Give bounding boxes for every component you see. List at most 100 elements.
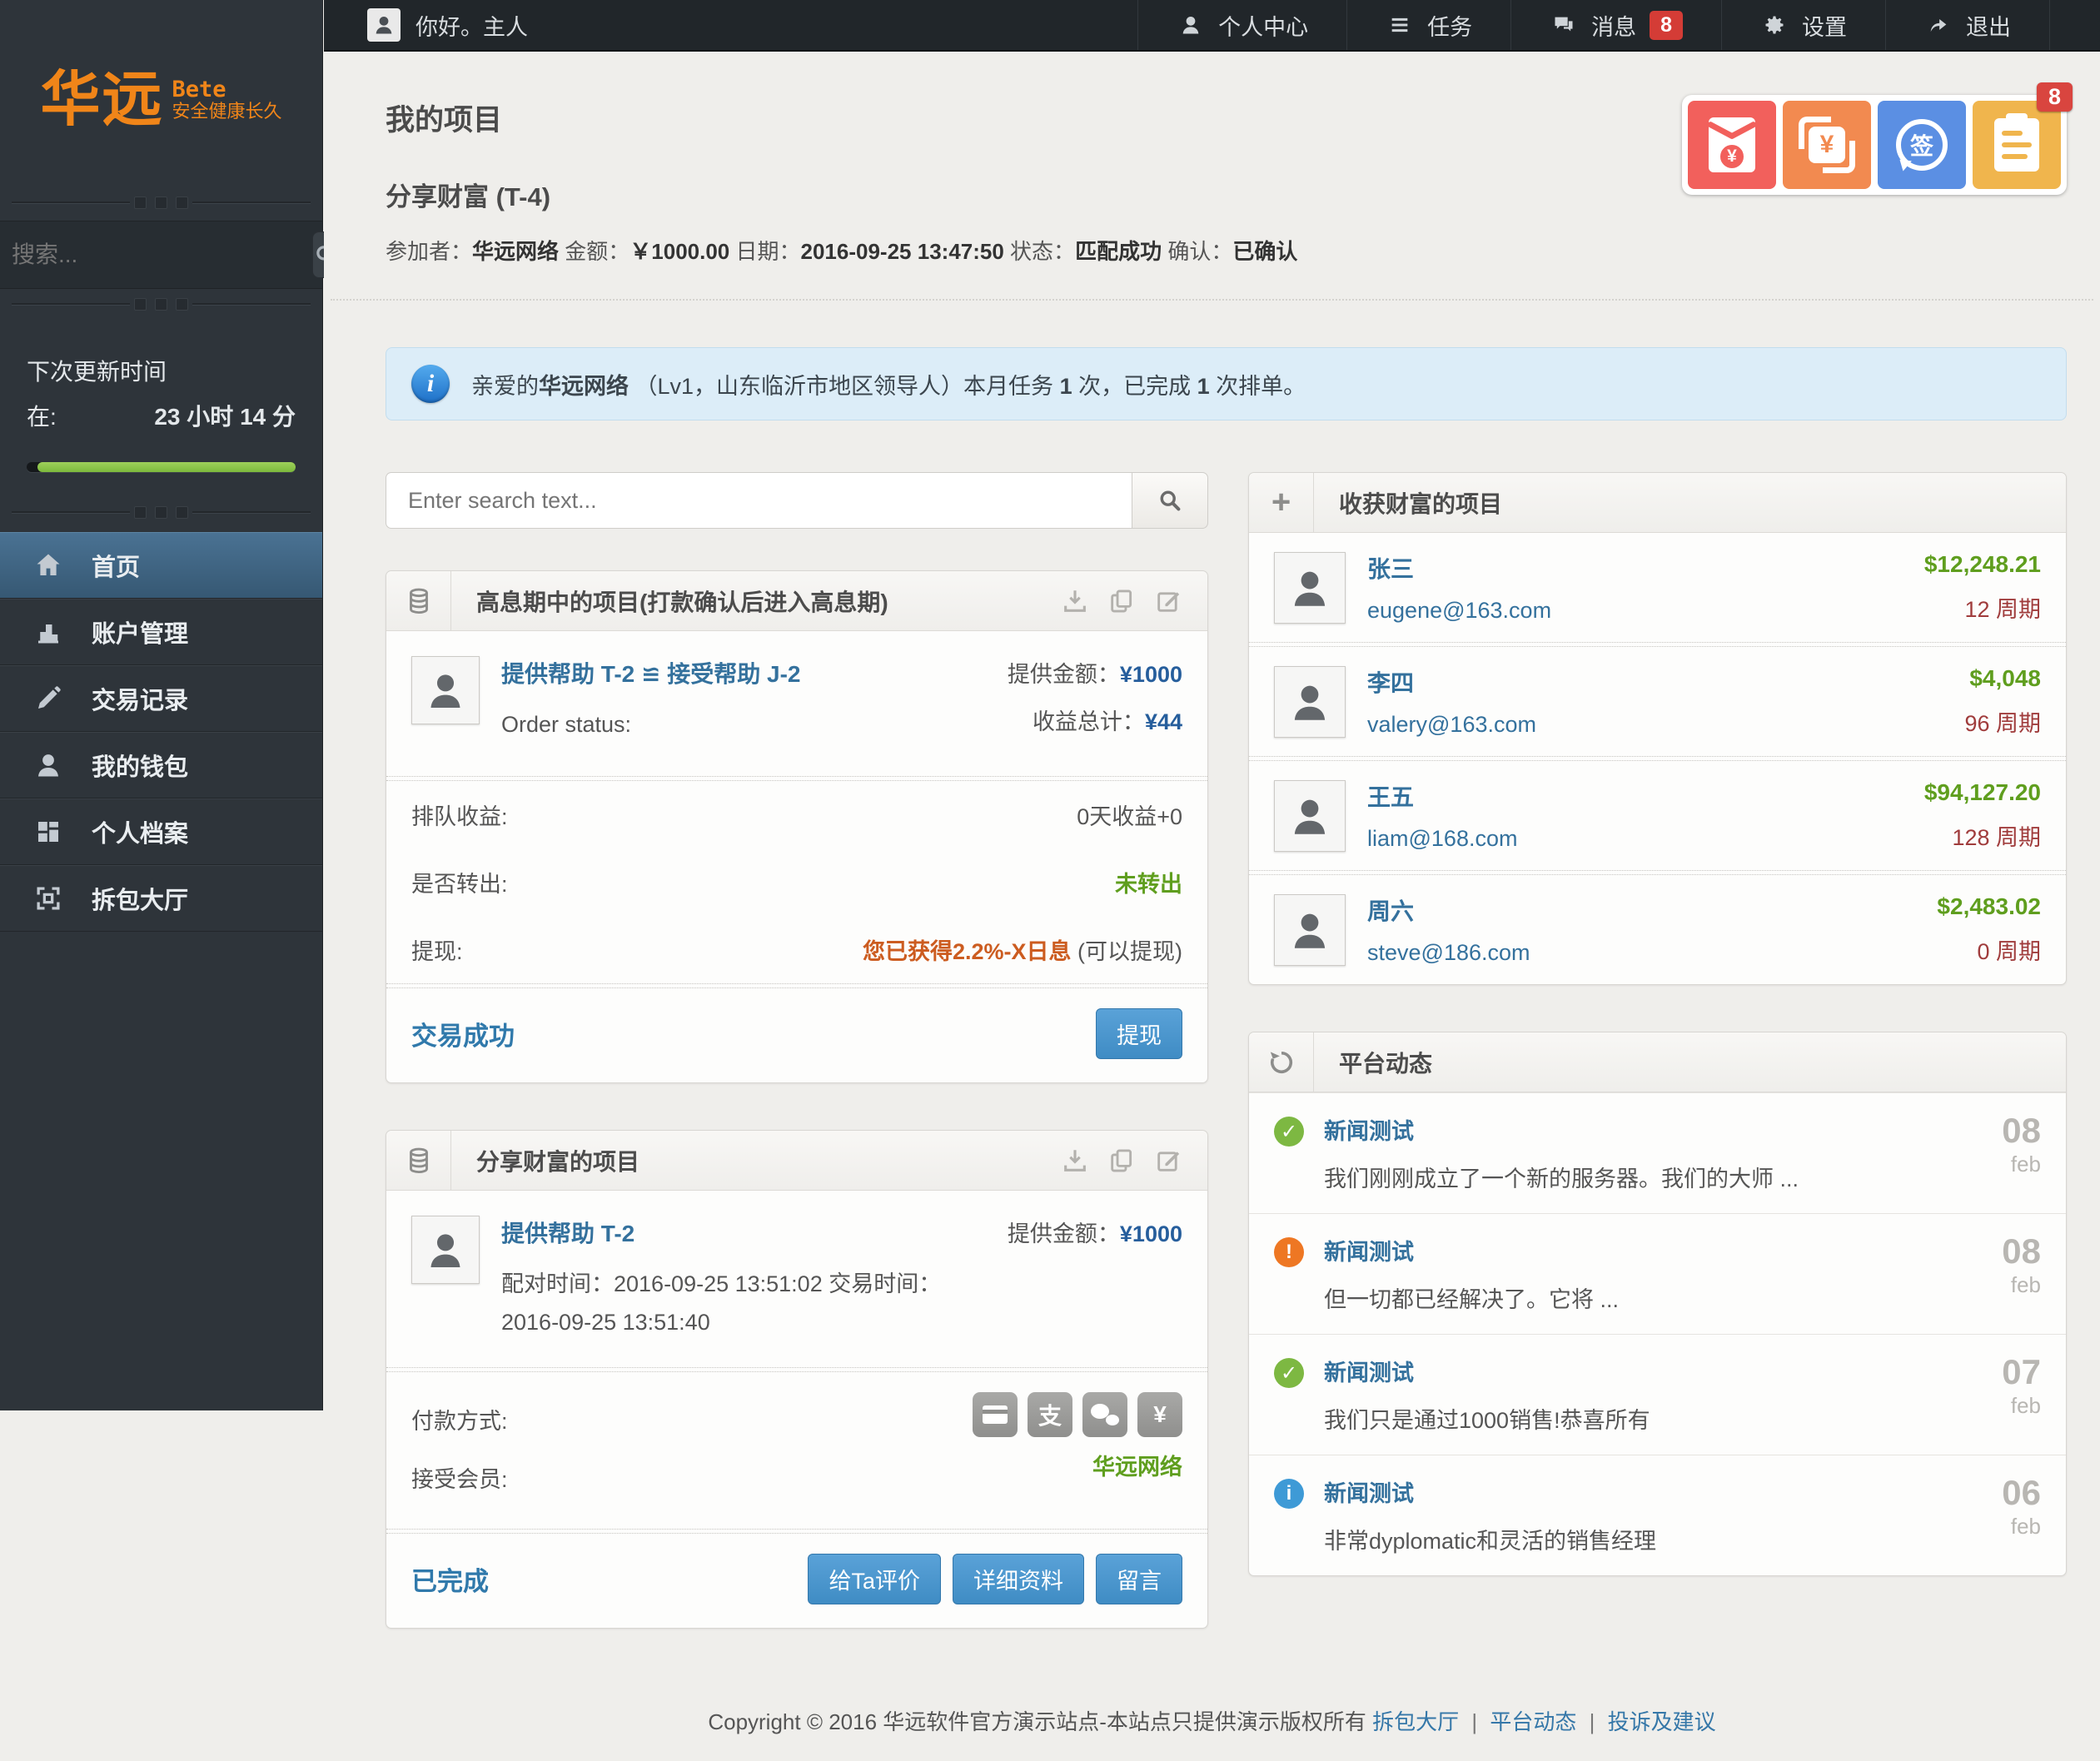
sidebar-search-input[interactable] xyxy=(12,241,312,268)
transfer-status-value: 未转出 xyxy=(1115,866,1182,898)
scan-icon xyxy=(30,880,67,917)
sidebar-item-unpack-hall[interactable]: 拆包大厅 xyxy=(0,865,322,932)
app-logo[interactable]: 华远 Bete 安全健康长久 xyxy=(0,0,322,187)
news-title[interactable]: 新闻测试 xyxy=(1324,1475,1656,1508)
copyright-text: Copyright © 2016 华远软件官方演示站点-本站点只提供演示版权所有 xyxy=(708,1709,1372,1734)
harvest-row[interactable]: 周六 steve@186.com $2,483.02 0 周期 xyxy=(1249,875,2066,984)
success-icon: ✓ xyxy=(1274,1358,1304,1388)
bank-card-pay-icon[interactable] xyxy=(973,1392,1018,1437)
user-name[interactable]: 李四 xyxy=(1367,665,1536,699)
provide-amount: ¥1000 xyxy=(1120,1221,1182,1246)
avatar xyxy=(411,1216,480,1284)
sign-in-button[interactable]: 签 xyxy=(1878,101,1966,189)
page-header: 我的项目 ¥ ¥ 签 8 分享财富 (T-4) 参加者：华远网络 金额：￥100… xyxy=(324,53,2100,266)
harvest-row[interactable]: 李四 valery@163.com $4,048 96 周期 xyxy=(1249,647,2066,756)
order-status-label: Order status: xyxy=(501,706,801,744)
sidebar-item-profile[interactable]: 个人档案 xyxy=(0,798,322,865)
menu-messages[interactable]: 消息 8 xyxy=(1510,0,1721,50)
download-icon[interactable] xyxy=(1061,1147,1089,1175)
section-divider xyxy=(0,289,322,319)
task-list-button[interactable]: 8 xyxy=(1973,101,2061,189)
content-search xyxy=(386,472,1208,529)
footer-link-unpack-hall[interactable]: 拆包大厅 xyxy=(1372,1709,1459,1734)
message-button[interactable]: 留言 xyxy=(1096,1554,1182,1604)
download-icon[interactable] xyxy=(1061,587,1089,615)
deal-status: 交易成功 xyxy=(411,1015,515,1052)
update-progress-fill xyxy=(37,462,296,472)
sidebar-item-transactions[interactable]: 交易记录 xyxy=(0,665,322,732)
withdraw-button[interactable]: 提现 xyxy=(1096,1008,1182,1059)
project-meta: 参加者：华远网络 金额：￥1000.00 日期：2016-09-25 13:47… xyxy=(386,235,2067,266)
news-text: 非常dyplomatic和灵活的销售经理 xyxy=(1324,1523,1656,1555)
user-name[interactable]: 王五 xyxy=(1367,779,1517,813)
task-list-badge: 8 xyxy=(2037,82,2073,112)
user-cycles: 0 周期 xyxy=(1937,933,2041,966)
deal-title-link[interactable]: 提供帮助 T-2 xyxy=(501,1216,968,1249)
content-search-button[interactable] xyxy=(1132,472,1208,529)
user-email[interactable]: steve@186.com xyxy=(1367,940,1530,966)
copy-icon[interactable] xyxy=(1107,1147,1136,1175)
alipay-icon[interactable]: 支 xyxy=(1028,1392,1072,1437)
edit-icon[interactable] xyxy=(1154,1147,1182,1175)
home-icon xyxy=(30,547,67,584)
user-email[interactable]: liam@168.com xyxy=(1367,826,1517,852)
panel-title: 高息期中的项目(打款确认后进入高息期) xyxy=(476,585,888,618)
next-update-label: 下次更新时间 xyxy=(27,354,296,387)
red-packet-button[interactable]: ¥ xyxy=(1688,101,1776,189)
footer-link-platform-news[interactable]: 平台动态 xyxy=(1490,1709,1576,1734)
details-button[interactable]: 详细资料 xyxy=(953,1554,1084,1604)
harvest-row[interactable]: 张三 eugene@163.com $12,248.21 12 周期 xyxy=(1249,533,2066,642)
accept-member-value[interactable]: 华远网络 xyxy=(973,1449,1182,1481)
news-date: 06 feb xyxy=(2002,1475,2041,1555)
share-project-panel: 分享财富的项目 提供帮助 T-2 配对时间：2016-09-25 13:51:0… xyxy=(386,1130,1208,1629)
nav-label: 我的钱包 xyxy=(92,748,188,783)
sidebar-item-home[interactable]: 首页 xyxy=(0,532,322,599)
avatar xyxy=(1274,666,1346,738)
deal-title-link[interactable]: 提供帮助 T-2 ≌ 接受帮助 J-2 xyxy=(501,656,801,689)
grid-icon xyxy=(30,813,67,850)
tenpay-icon[interactable]: ¥ xyxy=(1137,1392,1182,1437)
user-amount: $12,248.21 xyxy=(1924,551,2041,578)
provide-amount: ¥1000 xyxy=(1120,662,1182,687)
content-search-input[interactable] xyxy=(386,472,1132,529)
user-name[interactable]: 周六 xyxy=(1367,893,1530,927)
wechat-pay-icon[interactable] xyxy=(1082,1392,1127,1437)
news-date: 08 feb xyxy=(2002,1113,2041,1193)
user-name[interactable]: 张三 xyxy=(1367,551,1551,585)
menu-tasks[interactable]: 任务 xyxy=(1346,0,1510,50)
warning-icon: ! xyxy=(1274,1237,1304,1267)
user-greeting[interactable]: 你好。主人 xyxy=(367,8,528,42)
nav-label: 首页 xyxy=(92,548,140,583)
main-content: 我的项目 ¥ ¥ 签 8 分享财富 (T-4) 参加者：华远网络 金额：￥100… xyxy=(324,53,2100,1410)
news-title[interactable]: 新闻测试 xyxy=(1324,1234,1619,1266)
news-item[interactable]: ! 新闻测试 但一切都已经解决了。它将 ... 08 feb xyxy=(1249,1213,2066,1334)
news-text: 但一切都已经解决了。它将 ... xyxy=(1324,1281,1619,1314)
sidebar-item-wallet[interactable]: 我的钱包 xyxy=(0,732,322,798)
panel-title: 平台动态 xyxy=(1339,1046,1432,1079)
news-panel: 平台动态 ✓ 新闻测试 我们刚刚成立了一个新的服务器。我们的大师 ... 08 … xyxy=(1248,1032,2067,1576)
menu-settings[interactable]: 设置 xyxy=(1721,0,1885,50)
deal-times: 配对时间：2016-09-25 13:51:02 交易时间：2016-09-25… xyxy=(501,1266,968,1342)
chat-icon xyxy=(1550,11,1578,39)
user-email[interactable]: valery@163.com xyxy=(1367,712,1536,738)
currency-exchange-button[interactable]: ¥ xyxy=(1783,101,1871,189)
section-divider xyxy=(0,497,322,527)
menu-profile-center[interactable]: 个人中心 xyxy=(1137,0,1346,50)
user-email[interactable]: eugene@163.com xyxy=(1367,598,1551,624)
footer-link-feedback[interactable]: 投诉及建议 xyxy=(1608,1709,1716,1734)
person-icon xyxy=(1177,11,1205,39)
news-item[interactable]: i 新闻测试 非常dyplomatic和灵活的销售经理 06 feb xyxy=(1249,1455,2066,1575)
news-title[interactable]: 新闻测试 xyxy=(1324,1113,1799,1146)
copy-icon[interactable] xyxy=(1107,587,1136,615)
rate-button[interactable]: 给Ta评价 xyxy=(808,1554,941,1604)
news-item[interactable]: ✓ 新闻测试 我们刚刚成立了一个新的服务器。我们的大师 ... 08 feb xyxy=(1249,1092,2066,1213)
harvest-row[interactable]: 王五 liam@168.com $94,127.20 128 周期 xyxy=(1249,761,2066,870)
menu-logout[interactable]: 退出 xyxy=(1885,0,2050,50)
news-title[interactable]: 新闻测试 xyxy=(1324,1355,1650,1387)
news-item[interactable]: ✓ 新闻测试 我们只是通过1000销售!恭喜所有 07 feb xyxy=(1249,1334,2066,1455)
sidebar-item-accounts[interactable]: 账户管理 xyxy=(0,599,322,665)
plus-icon: + xyxy=(1249,473,1314,532)
logout-arrow-icon xyxy=(1924,11,1953,39)
refresh-icon[interactable] xyxy=(1249,1032,1314,1092)
edit-icon[interactable] xyxy=(1154,587,1182,615)
